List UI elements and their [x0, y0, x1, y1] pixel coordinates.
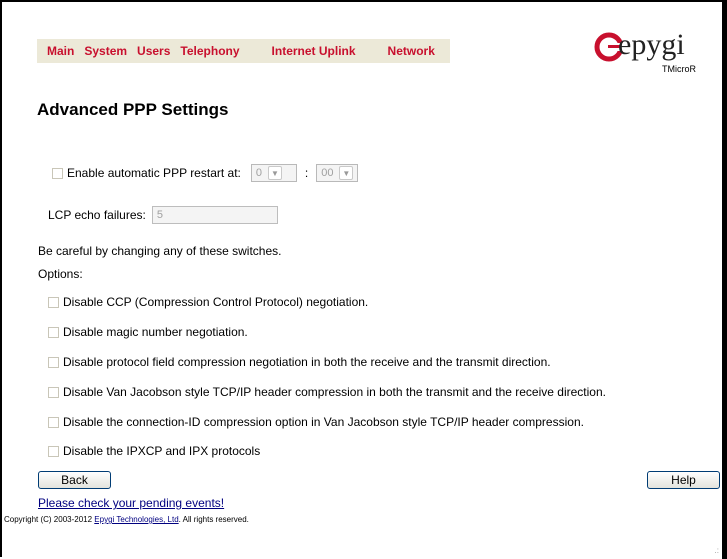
back-button[interactable]: Back — [38, 471, 111, 489]
help-button[interactable]: Help — [647, 471, 720, 489]
menu-main[interactable]: Main — [47, 44, 74, 58]
menu-telephony[interactable]: Telephony — [180, 44, 239, 58]
menu-network[interactable]: Network — [388, 44, 435, 58]
restart-minute-select[interactable]: 00 ▼ — [316, 164, 359, 182]
restart-minute-value: 00 — [321, 167, 334, 179]
option-label: Disable magic number negotiation. — [63, 325, 248, 339]
option-row: Disable the connection-ID compression op… — [48, 415, 584, 429]
option-checkbox-magic[interactable] — [48, 326, 59, 338]
option-row: Disable the IPXCP and IPX protocols — [48, 444, 260, 458]
option-label: Disable the IPXCP and IPX protocols — [63, 444, 261, 458]
company-link[interactable]: Epygi Technologies, Ltd — [94, 515, 178, 524]
option-label: Disable the connection-ID compression op… — [63, 415, 584, 429]
menu-users[interactable]: Users — [137, 44, 170, 58]
epygi-logo: epygi TMicroR — [594, 28, 704, 88]
restart-row: Enable automatic PPP restart at: 0 ▼ : 0… — [52, 164, 359, 182]
restart-checkbox[interactable] — [52, 167, 63, 179]
option-row: Disable Van Jacobson style TCP/IP header… — [48, 385, 606, 399]
window-edge — [722, 0, 727, 559]
page-title: Advanced PPP Settings — [37, 100, 229, 119]
option-label: Disable protocol field compression negot… — [63, 355, 551, 369]
lcp-label: LCP echo failures: — [48, 208, 146, 222]
option-row: Disable magic number negotiation. — [48, 325, 248, 339]
option-checkbox-ccp[interactable] — [48, 296, 59, 308]
lcp-echo-failures-input[interactable] — [151, 206, 278, 224]
resize-grip-icon[interactable]: .: — [715, 546, 719, 555]
menu-internet-uplink[interactable]: Internet Uplink — [272, 44, 356, 58]
restart-label: Enable automatic PPP restart at: — [67, 166, 241, 180]
pending-events-row: Please check your pending events! — [38, 496, 224, 510]
copyright: Copyright (C) 2003-2012 Epygi Technologi… — [4, 515, 249, 524]
logo-model: TMicroR — [662, 64, 696, 74]
pending-events-link[interactable]: Please check your pending events! — [38, 496, 224, 510]
main-menu-bar: Main System Users Telephony Internet Upl… — [37, 39, 450, 63]
option-row: Disable CCP (Compression Control Protoco… — [48, 295, 368, 309]
copyright-suffix: . All rights reserved. — [178, 515, 249, 524]
option-checkbox-protocol-field[interactable] — [48, 356, 59, 368]
option-checkbox-ipxcp[interactable] — [48, 445, 59, 457]
option-checkbox-vj[interactable] — [48, 386, 59, 398]
restart-hour-select[interactable]: 0 ▼ — [250, 164, 297, 182]
logo-wordmark: epygi — [618, 28, 685, 61]
chevron-down-icon: ▼ — [339, 166, 354, 180]
menu-system[interactable]: System — [84, 44, 127, 58]
time-separator: : — [304, 166, 309, 180]
option-label: Disable Van Jacobson style TCP/IP header… — [63, 385, 606, 399]
lcp-row: LCP echo failures: — [48, 206, 278, 224]
option-checkbox-connection-id[interactable] — [48, 416, 59, 428]
option-label: Disable CCP (Compression Control Protoco… — [63, 295, 369, 309]
chevron-down-icon: ▼ — [268, 166, 282, 180]
option-row: Disable protocol field compression negot… — [48, 355, 551, 369]
copyright-prefix: Copyright (C) 2003-2012 — [4, 515, 95, 524]
options-label: Options: — [38, 267, 83, 281]
restart-hour-value: 0 — [255, 167, 262, 179]
warning-text: Be careful by changing any of these swit… — [38, 244, 282, 258]
